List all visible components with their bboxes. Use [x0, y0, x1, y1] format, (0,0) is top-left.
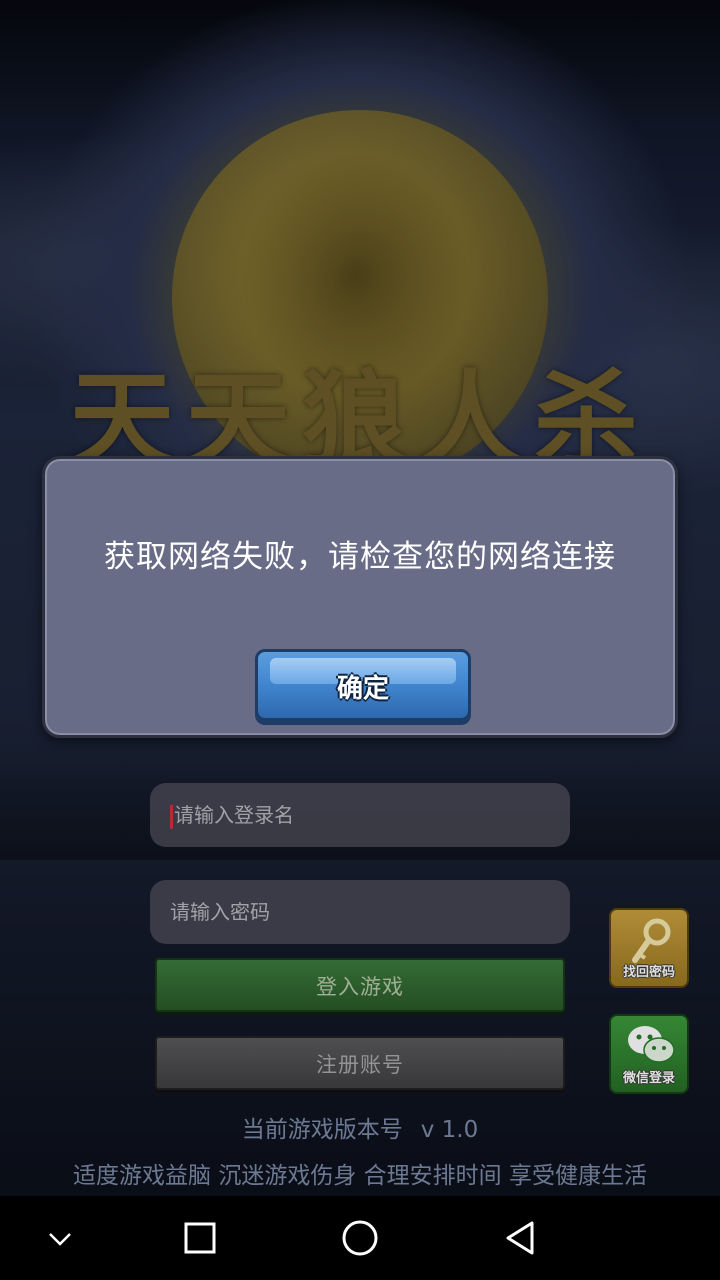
recover-password-label: 找回密码: [622, 965, 675, 980]
system-navigation-bar: [0, 1196, 720, 1280]
username-input[interactable]: 请输入登录名: [150, 783, 570, 847]
password-placeholder: 请输入密码: [170, 900, 270, 924]
dialog-message: 获取网络失败，请检查您的网络连接: [104, 539, 616, 575]
wechat-login-button[interactable]: 微信登录: [609, 1014, 689, 1094]
wechat-login-label: 微信登录: [622, 1071, 675, 1086]
version-prefix: 当前游戏版本号: [241, 1117, 403, 1143]
recents-icon[interactable]: [176, 1214, 224, 1262]
wechat-icon: [628, 1026, 675, 1063]
version-info: 当前游戏版本号 v 1.0: [0, 1110, 720, 1144]
back-icon[interactable]: [496, 1214, 544, 1262]
ok-button-label: 确定: [336, 674, 389, 704]
recover-password-button[interactable]: 找回密码: [609, 908, 689, 988]
network-error-dialog: 获取网络失败，请检查您的网络连接 确定: [42, 456, 678, 738]
password-input[interactable]: 请输入密码: [150, 880, 570, 944]
chevron-down-icon[interactable]: [36, 1214, 84, 1262]
game-logo: 天天狼人杀: [69, 358, 650, 460]
game-login-screen: 天天狼人杀 请输入登录名 请输入密码 登入游戏 注册账号 找回密码 微信登录 当…: [0, 0, 720, 1196]
username-placeholder: 请输入登录名: [174, 803, 294, 827]
health-advice-text: 适度游戏益脑 沉迷游戏伤身 合理安排时间 享受健康生活: [73, 1163, 647, 1189]
version-number: v 1.0: [420, 1117, 479, 1143]
ok-button[interactable]: 确定: [255, 649, 471, 721]
home-icon[interactable]: [336, 1214, 384, 1262]
login-button[interactable]: 登入游戏: [155, 958, 565, 1012]
register-button[interactable]: 注册账号: [155, 1036, 565, 1090]
text-caret: [170, 804, 173, 829]
